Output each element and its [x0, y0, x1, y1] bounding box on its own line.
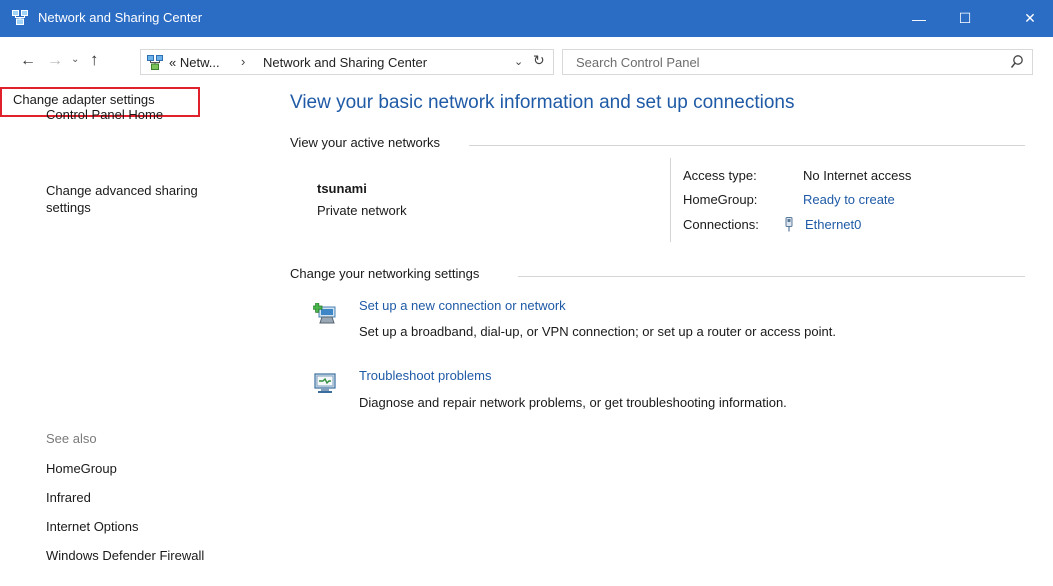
network-name: tsunami	[317, 181, 367, 196]
active-networks-heading: View your active networks	[290, 135, 441, 150]
search-input[interactable]: Search Control Panel	[562, 49, 1033, 75]
sidebar-control-panel-home[interactable]: Control Panel Home	[46, 107, 163, 122]
close-button[interactable]: ✕	[1007, 0, 1053, 37]
new-connection-icon[interactable]	[313, 303, 337, 325]
back-arrow-icon[interactable]: ←	[20, 52, 36, 70]
network-type: Private network	[317, 203, 407, 218]
control-panel-network-icon	[147, 55, 163, 70]
up-arrow-icon[interactable]: ↑	[90, 50, 99, 70]
breadcrumb-current[interactable]: Network and Sharing Center	[263, 55, 427, 70]
access-type-value: No Internet access	[803, 168, 912, 183]
forward-arrow-icon[interactable]: →	[47, 52, 63, 70]
see-also-heading: See also	[46, 431, 97, 446]
change-networking-settings-heading: Change your networking settings	[290, 266, 480, 281]
setup-new-connection-link[interactable]: Set up a new connection or network	[359, 298, 566, 313]
troubleshoot-problems-link[interactable]: Troubleshoot problems	[359, 368, 491, 383]
network-sharing-center-window: Network and Sharing Center — ☐ ✕ ← → ⌄ ↑…	[0, 0, 1053, 586]
maximize-button[interactable]: ☐	[942, 0, 988, 37]
sidebar-change-advanced-sharing[interactable]: Change advanced sharing settings	[46, 182, 246, 216]
setup-new-connection-description: Set up a broadband, dial-up, or VPN conn…	[359, 324, 836, 339]
homegroup-label: HomeGroup:	[683, 192, 758, 207]
change-settings-divider	[518, 276, 1025, 277]
network-center-icon	[12, 10, 28, 25]
see-also-internet-options[interactable]: Internet Options	[46, 519, 139, 534]
title-bar[interactable]: Network and Sharing Center — ☐ ✕	[0, 0, 1053, 37]
search-icon[interactable]	[1010, 54, 1024, 70]
see-also-windows-defender-firewall[interactable]: Windows Defender Firewall	[46, 548, 204, 563]
breadcrumb-overflow[interactable]: « Netw...	[169, 55, 220, 70]
recent-locations-chevron-icon[interactable]: ⌄	[71, 54, 79, 65]
page-title: View your basic network information and …	[290, 92, 795, 113]
address-bar[interactable]: « Netw... › Network and Sharing Center ⌄…	[140, 49, 554, 75]
see-also-infrared[interactable]: Infrared	[46, 490, 91, 505]
connections-label: Connections:	[683, 217, 759, 232]
sidebar: Control Panel Home Change adapter settin…	[0, 87, 258, 586]
sidebar-change-adapter-settings[interactable]: Change adapter settings	[13, 92, 155, 107]
breadcrumb-separator-icon[interactable]: ›	[241, 54, 245, 69]
homegroup-ready-to-create-link[interactable]: Ready to create	[803, 192, 895, 207]
address-dropdown-chevron-icon[interactable]: ⌄	[514, 55, 523, 68]
ethernet-connection-icon[interactable]	[784, 217, 794, 232]
access-type-label: Access type:	[683, 168, 757, 183]
minimize-button[interactable]: —	[896, 0, 942, 37]
troubleshoot-problems-description: Diagnose and repair network problems, or…	[359, 395, 787, 410]
active-networks-divider	[469, 145, 1025, 146]
see-also-homegroup[interactable]: HomeGroup	[46, 461, 117, 476]
search-placeholder: Search Control Panel	[576, 55, 700, 70]
network-info-divider	[670, 158, 671, 242]
window-title: Network and Sharing Center	[38, 10, 203, 25]
refresh-icon[interactable]: ↻	[533, 52, 545, 69]
ethernet0-link[interactable]: Ethernet0	[805, 217, 861, 232]
navigation-bar: ← → ⌄ ↑ « Netw... › Network and Sharing …	[0, 37, 1053, 87]
troubleshoot-icon[interactable]	[313, 372, 337, 394]
